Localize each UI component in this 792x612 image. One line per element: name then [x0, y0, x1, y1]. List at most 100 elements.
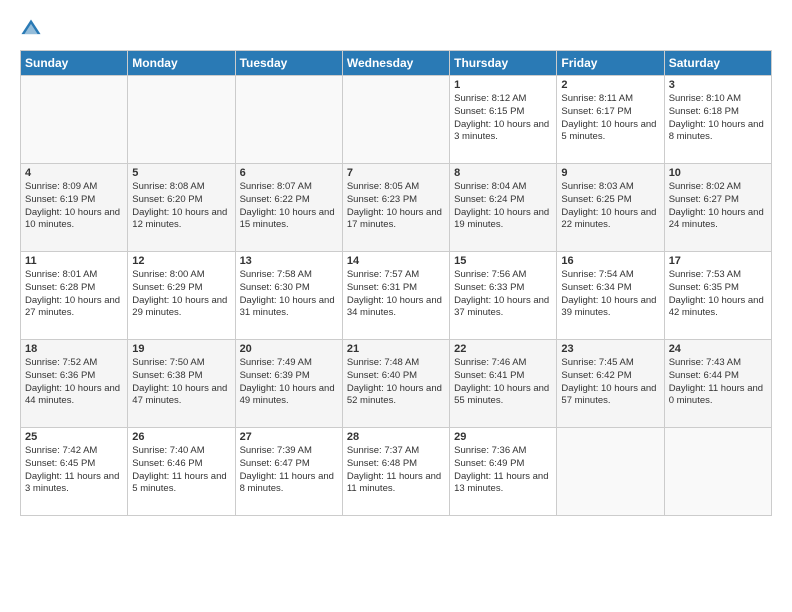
- calendar-cell: 13 Sunrise: 7:58 AM Sunset: 6:30 PM Dayli…: [235, 252, 342, 340]
- day-header-monday: Monday: [128, 51, 235, 76]
- calendar-cell: 16 Sunrise: 7:54 AM Sunset: 6:34 PM Dayli…: [557, 252, 664, 340]
- day-number: 12: [132, 255, 230, 267]
- day-detail: Sunrise: 8:08 AM Sunset: 6:20 PM Dayligh…: [132, 181, 230, 232]
- calendar-table: SundayMondayTuesdayWednesdayThursdayFrid…: [20, 50, 772, 516]
- calendar-cell: 1 Sunrise: 8:12 AM Sunset: 6:15 PM Daylig…: [450, 76, 557, 164]
- calendar-cell: 3 Sunrise: 8:10 AM Sunset: 6:18 PM Daylig…: [664, 76, 771, 164]
- logo-icon: [20, 18, 42, 40]
- day-detail: Sunrise: 8:12 AM Sunset: 6:15 PM Dayligh…: [454, 93, 552, 144]
- week-row-3: 11 Sunrise: 8:01 AM Sunset: 6:28 PM Dayli…: [21, 252, 772, 340]
- day-detail: Sunrise: 8:02 AM Sunset: 6:27 PM Dayligh…: [669, 181, 767, 232]
- day-number: 19: [132, 343, 230, 355]
- day-detail: Sunrise: 7:45 AM Sunset: 6:42 PM Dayligh…: [561, 357, 659, 408]
- day-number: 15: [454, 255, 552, 267]
- calendar-container: SundayMondayTuesdayWednesdayThursdayFrid…: [0, 0, 792, 528]
- day-detail: Sunrise: 7:43 AM Sunset: 6:44 PM Dayligh…: [669, 357, 767, 408]
- calendar-cell: 23 Sunrise: 7:45 AM Sunset: 6:42 PM Dayli…: [557, 340, 664, 428]
- day-number: 14: [347, 255, 445, 267]
- calendar-cell: [557, 428, 664, 516]
- calendar-cell: 22 Sunrise: 7:46 AM Sunset: 6:41 PM Dayli…: [450, 340, 557, 428]
- calendar-cell: 11 Sunrise: 8:01 AM Sunset: 6:28 PM Dayli…: [21, 252, 128, 340]
- day-detail: Sunrise: 7:40 AM Sunset: 6:46 PM Dayligh…: [132, 445, 230, 496]
- day-number: 27: [240, 431, 338, 443]
- calendar-cell: 8 Sunrise: 8:04 AM Sunset: 6:24 PM Daylig…: [450, 164, 557, 252]
- calendar-cell: 20Sunrise: 7:49 AM Sunset: 6:39 PM Dayli…: [235, 340, 342, 428]
- calendar-cell: 2 Sunrise: 8:11 AM Sunset: 6:17 PM Daylig…: [557, 76, 664, 164]
- calendar-cell: [342, 76, 449, 164]
- day-detail: Sunrise: 7:53 AM Sunset: 6:35 PM Dayligh…: [669, 269, 767, 320]
- day-number: 3: [669, 79, 767, 91]
- calendar-cell: 14 Sunrise: 7:57 AM Sunset: 6:31 PM Dayli…: [342, 252, 449, 340]
- day-number: 8: [454, 167, 552, 179]
- day-detail: Sunrise: 8:09 AM Sunset: 6:19 PM Dayligh…: [25, 181, 123, 232]
- calendar-cell: 7 Sunrise: 8:05 AM Sunset: 6:23 PM Daylig…: [342, 164, 449, 252]
- day-detail: Sunrise: 8:01 AM Sunset: 6:28 PM Dayligh…: [25, 269, 123, 320]
- day-number: 4: [25, 167, 123, 179]
- day-detail: Sunrise: 7:46 AM Sunset: 6:41 PM Dayligh…: [454, 357, 552, 408]
- day-number: 10: [669, 167, 767, 179]
- calendar-cell: 28Sunrise: 7:37 AM Sunset: 6:48 PM Dayli…: [342, 428, 449, 516]
- day-number: 21: [347, 343, 445, 355]
- day-number: 1: [454, 79, 552, 91]
- calendar-cell: 19Sunrise: 7:50 AM Sunset: 6:38 PM Dayli…: [128, 340, 235, 428]
- calendar-cell: 17 Sunrise: 7:53 AM Sunset: 6:35 PM Dayli…: [664, 252, 771, 340]
- day-number: 24: [669, 343, 767, 355]
- day-detail: Sunrise: 7:52 AM Sunset: 6:36 PM Dayligh…: [25, 357, 123, 408]
- day-header-friday: Friday: [557, 51, 664, 76]
- calendar-cell: 10 Sunrise: 8:02 AM Sunset: 6:27 PM Dayli…: [664, 164, 771, 252]
- calendar-cell: [128, 76, 235, 164]
- day-header-sunday: Sunday: [21, 51, 128, 76]
- day-detail: Sunrise: 8:07 AM Sunset: 6:22 PM Dayligh…: [240, 181, 338, 232]
- day-number: 5: [132, 167, 230, 179]
- day-number: 29: [454, 431, 552, 443]
- day-number: 9: [561, 167, 659, 179]
- calendar-cell: 9 Sunrise: 8:03 AM Sunset: 6:25 PM Daylig…: [557, 164, 664, 252]
- calendar-cell: [21, 76, 128, 164]
- day-detail: Sunrise: 8:10 AM Sunset: 6:18 PM Dayligh…: [669, 93, 767, 144]
- day-number: 17: [669, 255, 767, 267]
- day-detail: Sunrise: 7:56 AM Sunset: 6:33 PM Dayligh…: [454, 269, 552, 320]
- day-header-wednesday: Wednesday: [342, 51, 449, 76]
- day-detail: Sunrise: 8:04 AM Sunset: 6:24 PM Dayligh…: [454, 181, 552, 232]
- calendar-cell: 29Sunrise: 7:36 AM Sunset: 6:49 PM Dayli…: [450, 428, 557, 516]
- day-number: 6: [240, 167, 338, 179]
- calendar-cell: 25 Sunrise: 7:42 AM Sunset: 6:45 PM Dayli…: [21, 428, 128, 516]
- day-number: 11: [25, 255, 123, 267]
- calendar-cell: 26 Sunrise: 7:40 AM Sunset: 6:46 PM Dayli…: [128, 428, 235, 516]
- day-detail: Sunrise: 7:58 AM Sunset: 6:30 PM Dayligh…: [240, 269, 338, 320]
- calendar-cell: 5 Sunrise: 8:08 AM Sunset: 6:20 PM Daylig…: [128, 164, 235, 252]
- calendar-cell: 12 Sunrise: 8:00 AM Sunset: 6:29 PM Dayli…: [128, 252, 235, 340]
- day-header-thursday: Thursday: [450, 51, 557, 76]
- header-row: SundayMondayTuesdayWednesdayThursdayFrid…: [21, 51, 772, 76]
- day-detail: Sunrise: 8:11 AM Sunset: 6:17 PM Dayligh…: [561, 93, 659, 144]
- day-detail: Sunrise: 8:05 AM Sunset: 6:23 PM Dayligh…: [347, 181, 445, 232]
- day-number: 26: [132, 431, 230, 443]
- day-detail: Sunrise: 7:39 AM Sunset: 6:47 PM Dayligh…: [240, 445, 338, 496]
- day-number: 13: [240, 255, 338, 267]
- calendar-cell: 24 Sunrise: 7:43 AM Sunset: 6:44 PM Dayli…: [664, 340, 771, 428]
- day-number: 16: [561, 255, 659, 267]
- day-detail: Sunrise: 7:42 AM Sunset: 6:45 PM Dayligh…: [25, 445, 123, 496]
- day-detail: Sunrise: 7:54 AM Sunset: 6:34 PM Dayligh…: [561, 269, 659, 320]
- day-number: 23: [561, 343, 659, 355]
- week-row-1: 1 Sunrise: 8:12 AM Sunset: 6:15 PM Daylig…: [21, 76, 772, 164]
- day-number: 7: [347, 167, 445, 179]
- day-detail: Sunrise: 8:00 AM Sunset: 6:29 PM Dayligh…: [132, 269, 230, 320]
- day-number: 22: [454, 343, 552, 355]
- day-number: 2: [561, 79, 659, 91]
- day-detail: Sunrise: 7:49 AM Sunset: 6:39 PM Dayligh…: [240, 357, 338, 408]
- calendar-cell: 21 Sunrise: 7:48 AM Sunset: 6:40 PM Dayli…: [342, 340, 449, 428]
- week-row-2: 4 Sunrise: 8:09 AM Sunset: 6:19 PM Daylig…: [21, 164, 772, 252]
- day-detail: Sunrise: 7:37 AM Sunset: 6:48 PM Dayligh…: [347, 445, 445, 496]
- day-number: 18: [25, 343, 123, 355]
- week-row-5: 25 Sunrise: 7:42 AM Sunset: 6:45 PM Dayli…: [21, 428, 772, 516]
- calendar-cell: 4 Sunrise: 8:09 AM Sunset: 6:19 PM Daylig…: [21, 164, 128, 252]
- day-number: 25: [25, 431, 123, 443]
- logo: [20, 18, 44, 40]
- week-row-4: 18 Sunrise: 7:52 AM Sunset: 6:36 PM Dayli…: [21, 340, 772, 428]
- day-detail: Sunrise: 7:57 AM Sunset: 6:31 PM Dayligh…: [347, 269, 445, 320]
- calendar-cell: [235, 76, 342, 164]
- calendar-cell: 18 Sunrise: 7:52 AM Sunset: 6:36 PM Dayli…: [21, 340, 128, 428]
- day-detail: Sunrise: 8:03 AM Sunset: 6:25 PM Dayligh…: [561, 181, 659, 232]
- day-detail: Sunrise: 7:48 AM Sunset: 6:40 PM Dayligh…: [347, 357, 445, 408]
